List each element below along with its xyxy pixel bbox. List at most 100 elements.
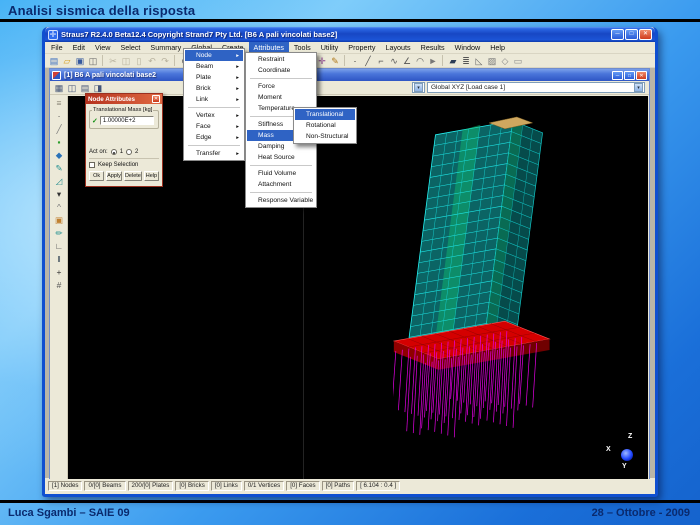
triangle-icon[interactable]: ◺ <box>473 55 485 67</box>
menu-item-fluid-volume[interactable]: Fluid Volume <box>247 168 315 179</box>
solid-box-icon[interactable]: ▰ <box>447 55 459 67</box>
menu-item-face[interactable]: Face▸ <box>185 121 243 132</box>
dialog-titlebar[interactable]: Node Attributes ✕ <box>86 94 162 104</box>
caret-tool-icon[interactable]: ^ <box>53 201 66 213</box>
cut-icon[interactable]: ✂ <box>107 55 119 67</box>
menu-item-response-variable[interactable]: Response Variable <box>247 195 315 206</box>
help-button[interactable]: Help <box>144 171 159 181</box>
menu-item-plate[interactable]: Plate▸ <box>185 72 243 83</box>
menu-item-beam[interactable]: Beam▸ <box>185 61 243 72</box>
layers-icon[interactable]: ≣ <box>460 55 472 67</box>
menu-select[interactable]: Select <box>115 42 145 53</box>
point-tool-icon[interactable]: · <box>349 55 361 67</box>
maximize-button[interactable]: □ <box>625 29 638 40</box>
print-icon[interactable]: ◫ <box>87 55 99 67</box>
combo-arrow-icon[interactable]: ▾ <box>634 83 643 92</box>
radio-option-2[interactable] <box>126 149 132 155</box>
app-titlebar[interactable]: ✛ Straus7 R2.4.0 Beta12.4 Copyright Stra… <box>45 27 655 42</box>
undo-icon[interactable]: ↶ <box>146 55 158 67</box>
menu-item-translational[interactable]: Translational <box>295 109 355 120</box>
brick-tool-icon[interactable]: ◆ <box>53 149 66 161</box>
solid-box-icon-label: ▰ <box>447 55 459 67</box>
save-icon[interactable]: ▣ <box>74 55 86 67</box>
menu-window[interactable]: Window <box>450 42 486 53</box>
menu-property[interactable]: Property <box>343 42 380 53</box>
menu-results[interactable]: Results <box>416 42 450 53</box>
menu-edit[interactable]: Edit <box>68 42 90 53</box>
beam-tool-icon[interactable]: ╱ <box>53 123 66 135</box>
submenu-arrow-icon: ▸ <box>230 64 239 70</box>
menu-item-force[interactable]: Force <box>247 81 315 92</box>
arc-tool-icon[interactable]: ◠ <box>414 55 426 67</box>
menu-help[interactable]: Help <box>485 42 510 53</box>
menu-utility[interactable]: Utility <box>316 42 344 53</box>
menu-item-attachment[interactable]: Attachment <box>247 179 315 190</box>
diamond-icon[interactable]: ◇ <box>499 55 511 67</box>
play-icon[interactable]: ► <box>427 55 439 67</box>
mini-dropdown[interactable]: ▾ <box>412 82 425 93</box>
paste-icon[interactable]: ▯ <box>133 55 145 67</box>
menu-item-heat-source[interactable]: Heat Source <box>247 152 315 163</box>
menu-item-node[interactable]: Node▸ <box>185 50 243 61</box>
menu-item-rotational[interactable]: Rotational <box>295 120 355 131</box>
radio-option-1[interactable] <box>111 149 117 155</box>
angle-tool-icon[interactable]: ∠ <box>401 55 413 67</box>
mass-value-field[interactable]: 1.00000E+2 <box>100 116 154 125</box>
model-window-titlebar[interactable]: [1] B6 A pali vincolati base2 ─ □ ✕ <box>50 69 649 81</box>
show-plates-icon[interactable]: ▤ <box>79 82 91 94</box>
show-nodes-icon[interactable]: ▦ <box>53 82 65 94</box>
child-minimize-button[interactable]: ─ <box>612 71 623 80</box>
copy-icon[interactable]: ◫ <box>120 55 132 67</box>
show-bricks-icon[interactable]: ◨ <box>92 82 104 94</box>
menu-file[interactable]: File <box>46 42 68 53</box>
child-close-button[interactable]: ✕ <box>636 71 647 80</box>
draw-pencil-icon[interactable]: ✎ <box>53 162 66 174</box>
menu-item-moment[interactable]: Moment <box>247 92 315 103</box>
menu-item-link[interactable]: Link▸ <box>185 94 243 105</box>
menu-summary[interactable]: Summary <box>145 42 186 53</box>
menu-layouts[interactable]: Layouts <box>380 42 415 53</box>
minimize-button[interactable]: ─ <box>611 29 624 40</box>
coordinate-system-combo[interactable]: Global XYZ [Load case 1] ▾ <box>427 82 645 93</box>
parallel-icon[interactable]: ‖ <box>53 253 66 265</box>
angle-icon[interactable]: ∟ <box>53 240 66 252</box>
edit-pencil-icon[interactable]: ✏ <box>53 227 66 239</box>
select-point-icon[interactable]: · <box>53 110 66 122</box>
dialog-close-icon[interactable]: ✕ <box>152 95 160 103</box>
ok-button[interactable]: Ok <box>89 171 104 181</box>
menu-item-edge[interactable]: Edge▸ <box>185 132 243 143</box>
dropdown-tool-icon[interactable]: ▾ <box>53 188 66 200</box>
grid-tool-icon[interactable]: # <box>53 279 66 291</box>
frame-icon[interactable]: ▭ <box>512 55 524 67</box>
line-tool-icon[interactable]: ╱ <box>362 55 374 67</box>
menu-item-restraint[interactable]: Restraint <box>247 54 315 65</box>
keep-selection-checkbox[interactable] <box>89 162 95 168</box>
close-button[interactable]: ✕ <box>639 29 652 40</box>
child-maximize-button[interactable]: □ <box>624 71 635 80</box>
hatch-icon[interactable]: ▨ <box>486 55 498 67</box>
corner-tool-icon[interactable]: ◿ <box>53 175 66 187</box>
menu-item-coordinate[interactable]: Coordinate <box>247 65 315 76</box>
plate-tool-icon[interactable]: ▪ <box>53 136 66 148</box>
pencil-icon[interactable]: ✎ <box>329 55 341 67</box>
apply-button[interactable]: Apply <box>106 171 122 181</box>
menu-item-transfer[interactable]: Transfer▸ <box>185 148 243 159</box>
new-file-icon[interactable]: ▤ <box>48 55 60 67</box>
node-snap-icon[interactable]: ✛ <box>316 55 328 67</box>
redo-icon[interactable]: ↷ <box>159 55 171 67</box>
menu-view[interactable]: View <box>90 42 115 53</box>
open-icon[interactable]: ▱ <box>61 55 73 67</box>
box-tool-icon[interactable]: ▣ <box>53 214 66 226</box>
drag-handle-icon[interactable]: ≡ <box>53 97 66 109</box>
angle-icon-label: ∟ <box>53 240 66 252</box>
menu-item-brick[interactable]: Brick▸ <box>185 83 243 94</box>
assign-check-icon[interactable]: ✓ <box>92 117 98 125</box>
show-beams-icon[interactable]: ◫ <box>66 82 78 94</box>
polyline-tool-icon[interactable]: ⌐ <box>375 55 387 67</box>
delete-button[interactable]: Delete <box>124 171 142 181</box>
curve-tool-icon[interactable]: ∿ <box>388 55 400 67</box>
menu-item-vertex[interactable]: Vertex▸ <box>185 110 243 121</box>
menu-item-non-structural[interactable]: Non-Structural <box>295 131 355 142</box>
mini-dropdown-arrow-icon[interactable]: ▾ <box>414 83 423 92</box>
plus-tool-icon[interactable]: + <box>53 266 66 278</box>
